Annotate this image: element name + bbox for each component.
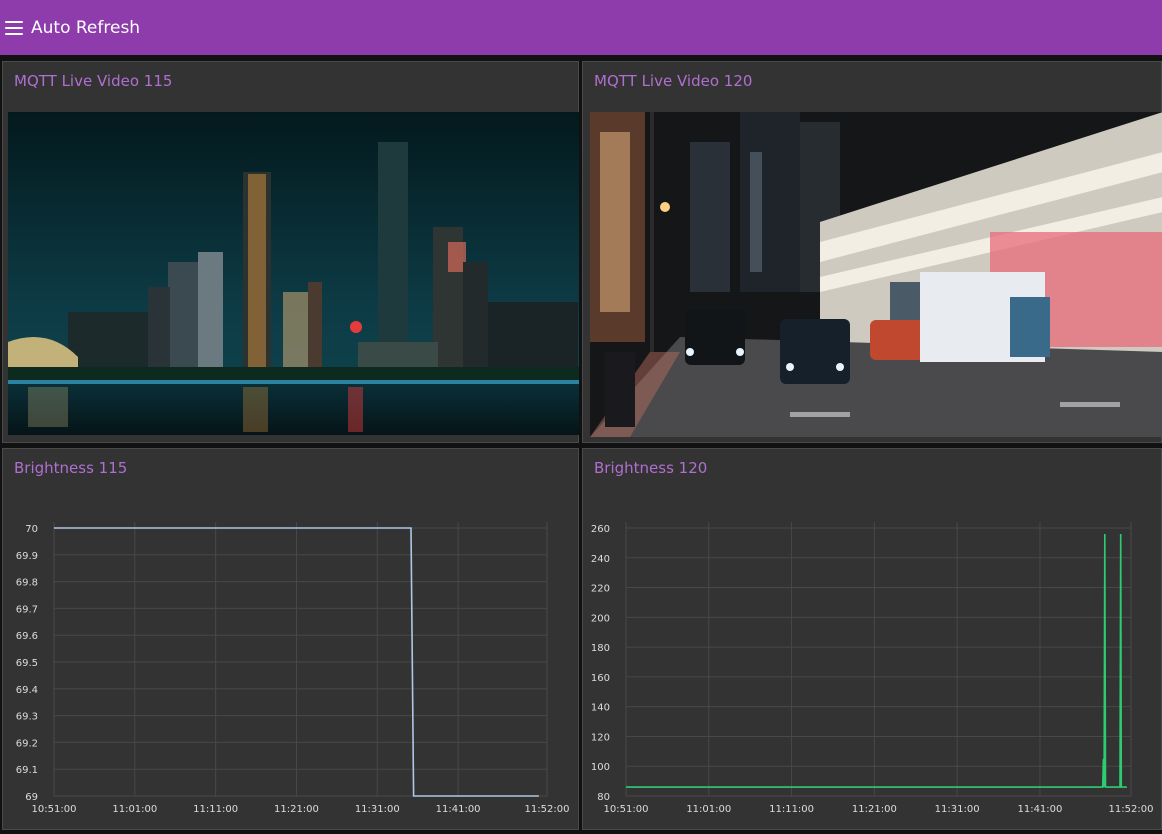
- y-tick-label: 69.8: [16, 578, 38, 589]
- y-tick-label: 140: [591, 703, 610, 714]
- brightness-120-card: Brightness 120 260 240 220 200 180 160 140 120 1…: [582, 448, 1162, 830]
- y-tick-label: 100: [591, 762, 610, 773]
- y-tick-label: 69.4: [16, 685, 38, 696]
- y-tick-label: 120: [591, 732, 610, 743]
- video-120-card: MQTT Live Video 120: [582, 61, 1162, 443]
- brightness-115-card: Brightness 115 70 69.9 69.8 69.7 69.6 69.5 69.…: [2, 448, 579, 830]
- y-tick-label: 69.9: [16, 551, 38, 562]
- y-tick-label: 70: [25, 524, 38, 535]
- y-tick-label: 69.7: [16, 604, 38, 615]
- x-tick-label: 11:11:00: [769, 804, 814, 815]
- x-tick-label: 11:01:00: [686, 804, 731, 815]
- x-tick-label: 11:41:00: [436, 804, 481, 815]
- x-tick-label: 11:01:00: [112, 804, 157, 815]
- video-120-title: MQTT Live Video 120: [594, 72, 753, 90]
- x-tick-label: 11:52:00: [1109, 804, 1154, 815]
- x-tick-label: 11:21:00: [852, 804, 897, 815]
- y-tick-label: 69.1: [16, 765, 38, 776]
- x-tick-label: 11:31:00: [935, 804, 980, 815]
- x-tick-label: 11:21:00: [274, 804, 319, 815]
- x-tick-label: 10:51:00: [32, 804, 77, 815]
- y-tick-label: 69.5: [16, 658, 38, 669]
- y-tick-label: 220: [591, 584, 610, 595]
- y-tick-label: 180: [591, 643, 610, 654]
- brightness-115-chart: 70 69.9 69.8 69.7 69.6 69.5 69.4 69.3 69.2 69.1 69…: [16, 522, 570, 815]
- video-115-card: MQTT Live Video 115: [2, 61, 579, 443]
- y-tick-label: 200: [591, 613, 610, 624]
- x-tick-label: 11:11:00: [193, 804, 238, 815]
- brightness-120-chart: 260 240 220 200 180 160 140 120 100 8010:51:00 11:…: [591, 522, 1154, 815]
- y-tick-label: 240: [591, 554, 610, 565]
- x-tick-label: 11:41:00: [1017, 804, 1062, 815]
- y-tick-label: 69: [25, 792, 38, 803]
- x-tick-label: 11:52:00: [525, 804, 570, 815]
- video-120-frame: [590, 112, 1162, 437]
- y-tick-label: 69.2: [16, 738, 38, 749]
- top-bar: Auto Refresh: [0, 0, 1162, 55]
- video-115-title: MQTT Live Video 115: [14, 72, 173, 90]
- y-tick-label: 69.6: [16, 631, 38, 642]
- b120-series-line: [626, 533, 1127, 788]
- video-115-frame: [8, 112, 579, 435]
- y-tick-label: 69.3: [16, 712, 38, 723]
- x-tick-label: 10:51:00: [604, 804, 649, 815]
- x-tick-label: 11:31:00: [355, 804, 400, 815]
- app-title: Auto Refresh: [31, 17, 141, 38]
- y-tick-label: 260: [591, 524, 610, 535]
- hamburger-menu-icon[interactable]: [5, 20, 23, 35]
- y-tick-label: 160: [591, 673, 610, 684]
- y-tick-label: 80: [597, 792, 610, 803]
